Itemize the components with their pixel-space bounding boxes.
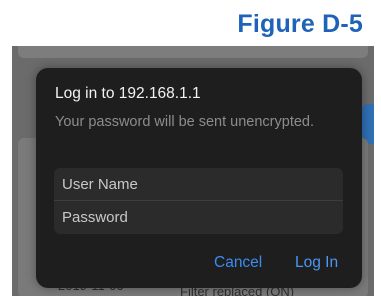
background-card-top [18, 46, 368, 58]
password-field[interactable] [54, 201, 343, 233]
dialog-title: Log in to 192.168.1.1 [55, 85, 201, 102]
figure-label: Figure D-5 [237, 10, 363, 38]
login-dialog: Log in to 192.168.1.1 Your password will… [36, 68, 362, 288]
username-field[interactable] [54, 168, 343, 200]
credentials-fields [54, 168, 343, 234]
login-button[interactable]: Log In [295, 254, 338, 272]
cancel-button[interactable]: Cancel [214, 254, 262, 272]
dialog-message: Your password will be sent unencrypted. [55, 114, 315, 130]
